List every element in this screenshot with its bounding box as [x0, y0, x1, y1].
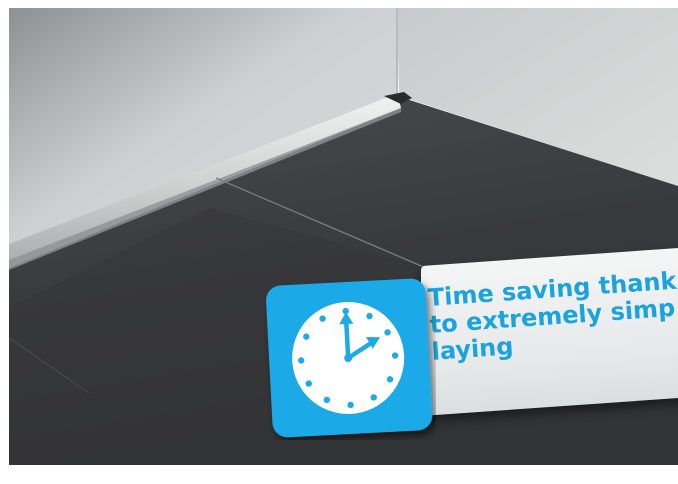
clock-badge [266, 278, 433, 438]
photo-frame: Time saving thank to extremely simp layi… [9, 8, 678, 465]
feature-text: Time saving thank to extremely simp layi… [427, 266, 678, 366]
